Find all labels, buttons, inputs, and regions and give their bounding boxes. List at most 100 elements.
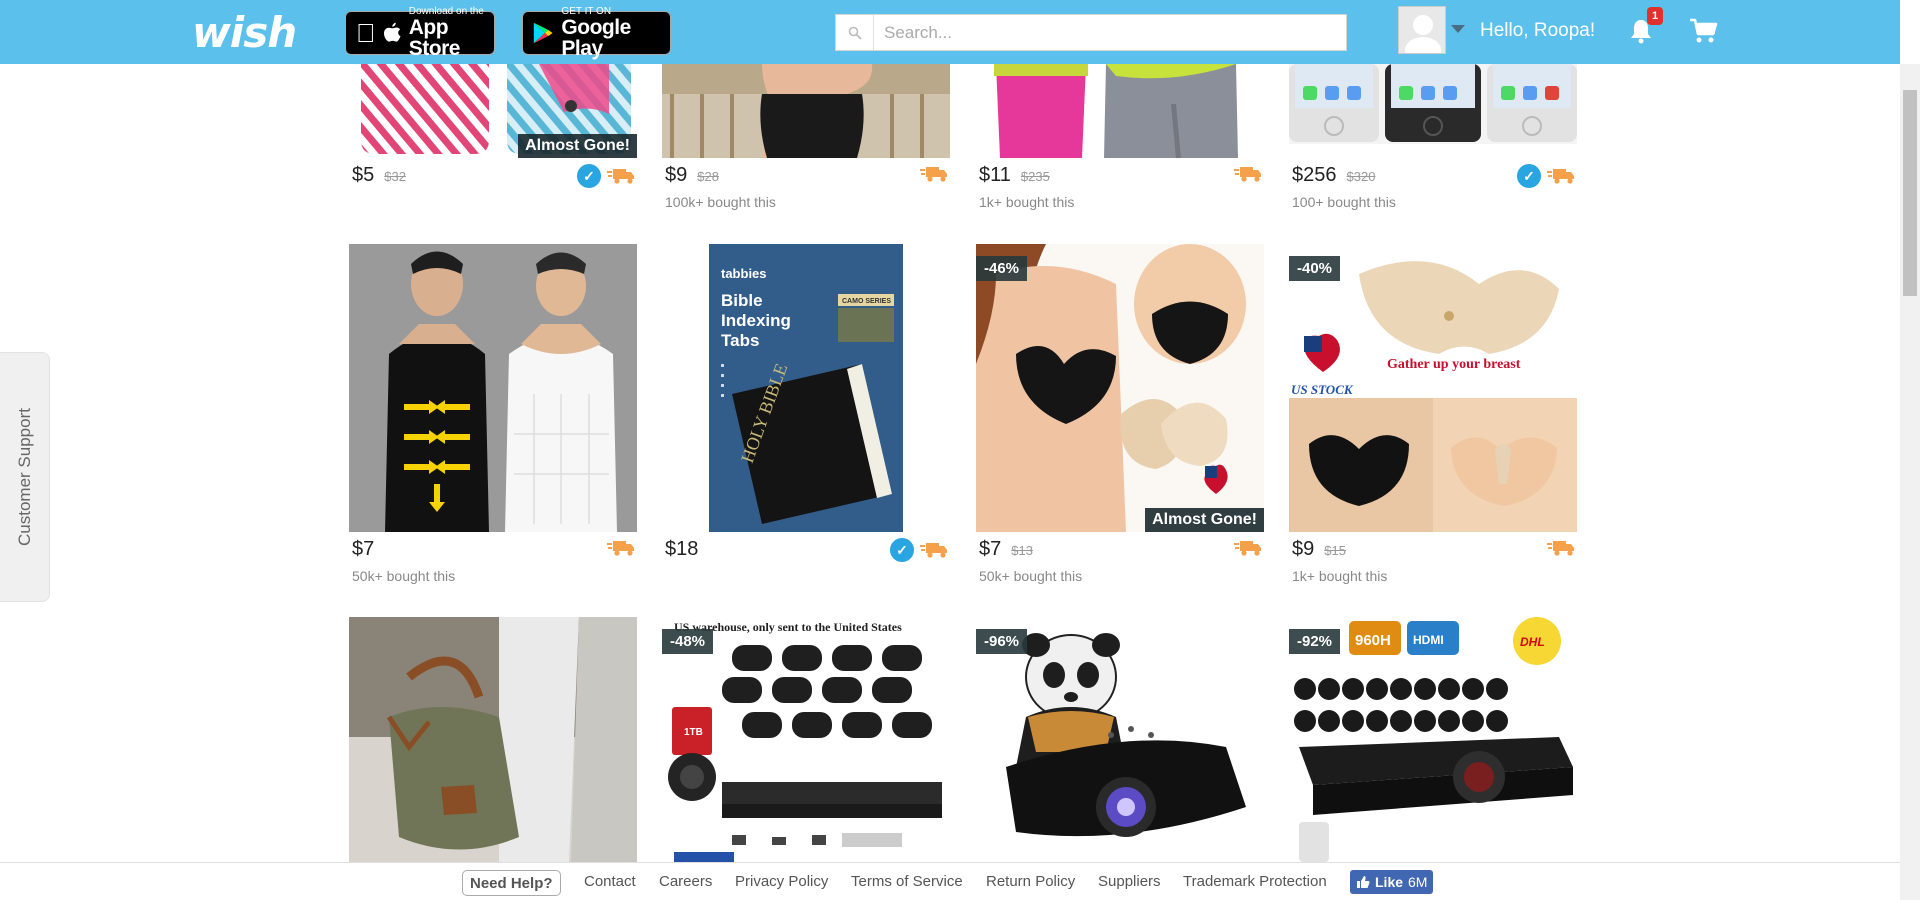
footer-link-trademark[interactable]: Trademark Protection bbox=[1183, 873, 1327, 890]
product-image[interactable] bbox=[662, 64, 950, 158]
product-card[interactable]: $11 $235 1k+ bought this bbox=[976, 64, 1264, 210]
thumbs-up-icon bbox=[1357, 876, 1370, 888]
product-image[interactable]: 960H HDMI DHL -92% bbox=[1289, 617, 1577, 862]
facebook-like-button[interactable]: Like 6M bbox=[1350, 870, 1434, 894]
bra-caption-text: Gather up your breast bbox=[1387, 357, 1521, 372]
footer-link-contact[interactable]: Contact bbox=[584, 873, 636, 890]
appstore-big-text: App Store bbox=[392, 16, 461, 60]
search-input[interactable] bbox=[874, 15, 1346, 50]
bought-count: 100k+ bought this bbox=[665, 194, 776, 210]
footer-link-suppliers[interactable]: Suppliers bbox=[1098, 873, 1161, 890]
product-price: $9 bbox=[665, 163, 688, 186]
verified-icon: ✓ bbox=[1517, 164, 1541, 188]
top-header: wish  Download on the App Store GET IT … bbox=[0, 0, 1900, 64]
customer-support-tab[interactable]: Customer Support bbox=[0, 352, 50, 602]
bought-count: 1k+ bought this bbox=[979, 194, 1075, 210]
product-card[interactable]: tabbies Bible Indexing Tabs CAMO SERIES … bbox=[662, 244, 950, 566]
product-old-price: $320 bbox=[1346, 169, 1376, 184]
footer-bar: Need Help? Contact Careers Privacy Polic… bbox=[0, 862, 1900, 900]
product-price: $11 bbox=[979, 163, 1011, 186]
us-stock-text: US STOCK bbox=[1291, 382, 1354, 397]
hdd-label-text: 1TB bbox=[684, 727, 703, 738]
app-store-button[interactable]:  Download on the App Store bbox=[345, 7, 495, 59]
bible-title-2: Indexing bbox=[721, 311, 791, 330]
footer-link-careers[interactable]: Careers bbox=[659, 873, 712, 890]
product-image[interactable] bbox=[349, 244, 637, 532]
bible-title-1: Bible bbox=[721, 291, 763, 310]
product-price: $7 bbox=[352, 537, 375, 560]
product-price: $18 bbox=[665, 537, 699, 560]
product-card[interactable]: US warehouse, only sent to the United St… bbox=[662, 617, 950, 862]
product-card[interactable]: $9 $28 100k+ bought this bbox=[662, 64, 950, 210]
product-price: $9 bbox=[1292, 537, 1315, 560]
product-card[interactable]: $256 $320 ✓ 100+ bought this bbox=[1289, 64, 1577, 210]
search-icon[interactable] bbox=[836, 15, 874, 50]
bible-brand-text: tabbies bbox=[721, 266, 767, 281]
footer-link-terms[interactable]: Terms of Service bbox=[851, 873, 963, 890]
dhl-text: DHL bbox=[1520, 635, 1545, 649]
product-price: $5 bbox=[352, 163, 375, 186]
shipping-truck-icon bbox=[1234, 541, 1261, 556]
product-card[interactable]: -46% Almost Gone! $7 $13 50k+ bought thi… bbox=[976, 244, 1264, 584]
cart-icon[interactable] bbox=[1688, 16, 1718, 46]
shipping-truck-icon bbox=[920, 543, 947, 558]
product-old-price: $15 bbox=[1324, 543, 1346, 558]
product-image[interactable]: Almost Gone! bbox=[349, 64, 637, 158]
product-card[interactable]: $7 50k+ bought this bbox=[349, 244, 637, 584]
shipping-truck-icon bbox=[607, 541, 634, 556]
discount-badge: -96% bbox=[976, 629, 1028, 654]
page-scrollbar[interactable] bbox=[1900, 64, 1920, 900]
discount-badge: -92% bbox=[1289, 629, 1341, 654]
google-play-button[interactable]: GET IT ON Google Play bbox=[522, 7, 671, 59]
product-old-price: $28 bbox=[697, 169, 719, 184]
bought-count: 100+ bought this bbox=[1292, 194, 1396, 210]
product-image[interactable] bbox=[976, 64, 1264, 158]
verified-icon: ✓ bbox=[577, 164, 601, 188]
search-bar bbox=[835, 14, 1347, 51]
product-image[interactable]: Gather up your breast US STOCK -40% bbox=[1289, 244, 1577, 532]
product-old-price: $13 bbox=[1011, 543, 1033, 558]
bible-series-text: CAMO SERIES bbox=[842, 298, 891, 305]
bought-count: 1k+ bought this bbox=[1292, 568, 1388, 584]
product-card[interactable]: Gather up your breast US STOCK -40% $9 $… bbox=[1289, 244, 1577, 584]
bible-title-3: Tabs bbox=[721, 331, 759, 350]
footer-link-returns[interactable]: Return Policy bbox=[986, 873, 1075, 890]
product-old-price: $235 bbox=[1020, 169, 1050, 184]
customer-support-label: Customer Support bbox=[14, 408, 34, 546]
product-card[interactable] bbox=[349, 617, 637, 862]
user-avatar[interactable] bbox=[1398, 6, 1446, 54]
product-image[interactable]: -96% bbox=[976, 617, 1264, 862]
product-image[interactable]: tabbies Bible Indexing Tabs CAMO SERIES … bbox=[662, 244, 950, 532]
product-image[interactable]: -46% Almost Gone! bbox=[976, 244, 1264, 532]
dvr-hdmi-text: HDMI bbox=[1413, 633, 1444, 647]
need-help-button[interactable]: Need Help? bbox=[462, 870, 561, 896]
product-image[interactable] bbox=[1289, 64, 1577, 144]
discount-badge: -46% bbox=[976, 256, 1028, 281]
shipping-truck-icon bbox=[1234, 167, 1261, 182]
almost-gone-badge: Almost Gone! bbox=[518, 134, 637, 158]
bought-count: 50k+ bought this bbox=[352, 568, 456, 584]
facebook-like-count: 6M bbox=[1408, 874, 1428, 890]
wish-page: wish  Download on the App Store GET IT … bbox=[0, 0, 1920, 900]
facebook-like-label: Like bbox=[1375, 874, 1404, 890]
shipping-truck-icon bbox=[1547, 169, 1574, 184]
product-card[interactable]: -96% bbox=[976, 617, 1264, 862]
shipping-truck-icon bbox=[1547, 541, 1574, 556]
product-image[interactable] bbox=[349, 617, 637, 862]
product-card[interactable]: Almost Gone! $5 $32 ✓ bbox=[349, 64, 637, 192]
bought-count: 50k+ bought this bbox=[979, 568, 1083, 584]
apple-logo-icon bbox=[383, 22, 400, 42]
shipping-truck-icon bbox=[920, 167, 947, 182]
product-card[interactable]: 960H HDMI DHL -92% bbox=[1289, 617, 1577, 862]
wish-logo[interactable]: wish bbox=[192, 8, 297, 57]
footer-link-privacy[interactable]: Privacy Policy bbox=[735, 873, 828, 890]
discount-badge: -40% bbox=[1289, 256, 1341, 281]
shipping-truck-icon bbox=[607, 169, 634, 184]
scrollbar-thumb[interactable] bbox=[1903, 90, 1917, 296]
google-play-icon bbox=[533, 22, 553, 44]
product-image[interactable]: US warehouse, only sent to the United St… bbox=[662, 617, 950, 862]
user-greeting[interactable]: Hello, Roopa! bbox=[1480, 20, 1595, 42]
product-price: $7 bbox=[979, 537, 1002, 560]
chevron-down-icon[interactable] bbox=[1451, 25, 1465, 33]
apple-icon:  bbox=[356, 18, 376, 49]
